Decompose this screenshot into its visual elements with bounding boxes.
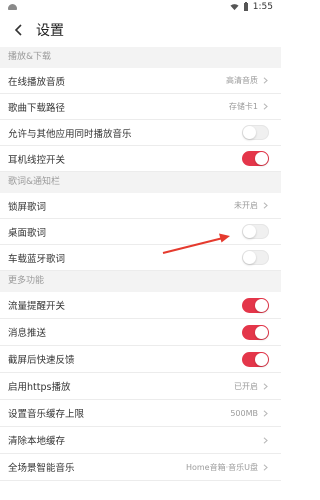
status-time: 1:55 xyxy=(252,1,273,12)
toggle-switch[interactable] xyxy=(242,297,269,313)
toggle-knob xyxy=(243,126,256,139)
settings-row-value: 高清音质 xyxy=(226,75,269,86)
settings-row-value: 存储卡1 xyxy=(229,101,269,112)
settings-row-label: 清除本地缓存 xyxy=(8,436,66,447)
settings-row-label: 歌曲下载路径 xyxy=(8,102,66,114)
settings-row-value: 未开启 xyxy=(234,200,269,211)
settings-row-value: Home音箱·音乐U盘 xyxy=(186,462,269,473)
back-arrow-icon xyxy=(14,24,22,36)
settings-row[interactable]: 锁屏歌词 未开启 xyxy=(0,193,281,219)
settings-row-label: 在线播放音质 xyxy=(8,76,66,88)
wifi-icon xyxy=(230,3,239,10)
app-header: 设置 xyxy=(0,13,281,47)
page-title: 设置 xyxy=(36,23,64,39)
toggle-switch[interactable] xyxy=(242,351,269,367)
settings-row[interactable]: 设置音乐缓存上限 500MB xyxy=(0,400,281,427)
settings-row-label: 启用https播放 xyxy=(8,382,71,393)
toggle-knob xyxy=(255,352,268,366)
settings-row-value-text: 存储卡1 xyxy=(228,102,258,111)
toggle-knob xyxy=(255,325,268,339)
section-header: 歌词&通知栏 xyxy=(0,172,281,193)
battery-icon xyxy=(243,2,248,11)
chevron-right-icon xyxy=(263,436,268,444)
toggle-knob xyxy=(255,298,268,312)
settings-row[interactable]: 歌曲下载路径 存储卡1 xyxy=(0,94,281,120)
toggle-knob xyxy=(255,152,268,165)
back-button[interactable] xyxy=(10,21,28,39)
settings-row-value-text: Home音箱·音乐U盘 xyxy=(185,462,258,472)
settings-row-label: 消息推送 xyxy=(8,328,47,339)
toggle-switch[interactable] xyxy=(242,125,269,140)
settings-row-value-text: 已开启 xyxy=(234,381,258,391)
settings-row-label: 车载蓝牙歌词 xyxy=(8,253,66,265)
settings-row-label: 允许与其他应用同时播放音乐 xyxy=(8,128,132,140)
status-bar: 1:55 xyxy=(0,0,281,13)
toggle-knob xyxy=(243,225,256,238)
settings-row-value-text: 高清音质 xyxy=(226,76,258,85)
settings-row-label: 全场景智能音乐 xyxy=(8,463,75,474)
settings-row[interactable]: 在线播放音质 高清音质 xyxy=(0,68,281,94)
settings-list: 播放&下载在线播放音质 高清音质歌曲下载路径 存储卡1 允许与其他应用同时播放音乐 耳机… xyxy=(0,47,281,481)
chevron-right-icon xyxy=(263,103,268,110)
settings-row[interactable]: 截屏后快速反馈 xyxy=(0,346,281,373)
settings-row[interactable]: 桌面歌词 xyxy=(0,219,281,245)
settings-row[interactable]: 清除本地缓存 xyxy=(0,427,281,454)
android-notification-icon xyxy=(8,3,17,10)
settings-row-label: 流量提醒开关 xyxy=(8,301,66,312)
settings-row-label: 桌面歌词 xyxy=(8,227,47,239)
toggle-switch[interactable] xyxy=(242,250,269,265)
settings-row-label: 耳机线控开关 xyxy=(8,154,66,166)
section-header: 播放&下载 xyxy=(0,47,281,68)
settings-row[interactable]: 车载蓝牙歌词 xyxy=(0,245,281,271)
settings-row-value: 已开启 xyxy=(234,381,269,392)
chevron-right-icon xyxy=(263,202,268,209)
toggle-switch[interactable] xyxy=(242,224,269,239)
settings-row-label: 截屏后快速反馈 xyxy=(8,355,75,366)
toggle-switch[interactable] xyxy=(242,324,269,340)
section-header: 更多功能 xyxy=(0,271,281,292)
toggle-switch[interactable] xyxy=(242,151,269,166)
settings-row[interactable]: 流量提醒开关 xyxy=(0,292,281,319)
settings-row-value-text: 500MB xyxy=(230,408,258,418)
toggle-knob xyxy=(243,251,256,264)
chevron-right-icon xyxy=(263,409,268,417)
settings-row-value-text: 未开启 xyxy=(234,201,258,210)
settings-row-value xyxy=(258,436,269,444)
settings-row-label: 锁屏歌词 xyxy=(8,201,47,213)
chevron-right-icon xyxy=(263,463,268,471)
chevron-right-icon xyxy=(263,77,268,84)
settings-row[interactable]: 消息推送 xyxy=(0,319,281,346)
settings-row-value: 500MB xyxy=(230,409,269,418)
settings-row[interactable]: 耳机线控开关 xyxy=(0,146,281,172)
chevron-right-icon xyxy=(263,382,268,390)
settings-row-label: 设置音乐缓存上限 xyxy=(8,409,85,420)
settings-row[interactable]: 启用https播放 已开启 xyxy=(0,373,281,400)
settings-row[interactable]: 全场景智能音乐 Home音箱·音乐U盘 xyxy=(0,454,281,481)
settings-row[interactable]: 允许与其他应用同时播放音乐 xyxy=(0,120,281,146)
